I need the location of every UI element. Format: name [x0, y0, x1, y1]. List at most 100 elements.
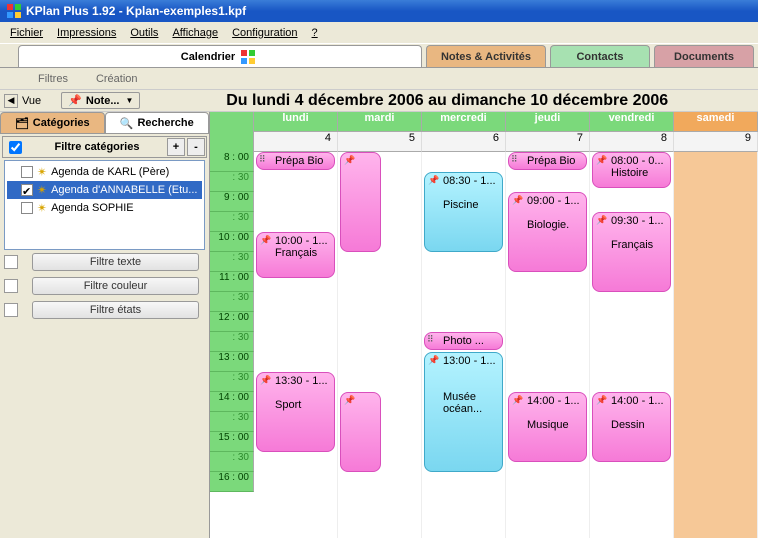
- day-header-lundi: lundi: [254, 112, 338, 132]
- calendar-grid: lundi4 mardi5 mercredi6 jeudi7 vendredi8…: [210, 112, 758, 538]
- event-sport[interactable]: 📌13:30 - 1... Sport: [256, 372, 335, 452]
- agenda-checkbox[interactable]: [21, 202, 33, 214]
- gear-icon: ✴: [37, 165, 47, 179]
- agenda-row-karl[interactable]: ✴ Agenda de KARL (Père): [7, 163, 202, 181]
- filter-color-checkbox[interactable]: [4, 279, 18, 293]
- event-prepa-bio-2[interactable]: ⠿Prépa Bio: [508, 152, 587, 170]
- tab-calendrier-label: Calendrier: [181, 51, 235, 63]
- agenda-label: Agenda de KARL (Père): [51, 166, 169, 178]
- filter-text-checkbox[interactable]: [4, 255, 18, 269]
- day-number: 7: [506, 132, 590, 152]
- event-francais[interactable]: 📌10:00 - 1... Français: [256, 232, 335, 278]
- subtab-creation[interactable]: Création: [96, 73, 138, 85]
- day-col-mercredi[interactable]: 📌08:30 - 1... Piscine ⠿Photo ... 📌13:00 …: [422, 152, 506, 538]
- event-francais-2[interactable]: 📌09:30 - 1... Français: [592, 212, 671, 292]
- app-icon: [6, 3, 22, 19]
- filter-state-checkbox[interactable]: [4, 303, 18, 317]
- event-histoire[interactable]: 📌08:00 - 0... Histoire: [592, 152, 671, 188]
- tab-contacts[interactable]: Contacts: [550, 45, 650, 67]
- day-col-lundi[interactable]: ⠿Prépa Bio 📌10:00 - 1... Français 📌13:30…: [254, 152, 338, 538]
- agenda-tree: ✴ Agenda de KARL (Père) ✔ ✴ Agenda d'ANN…: [4, 160, 205, 250]
- list-icon: ⠿: [259, 155, 265, 165]
- event-mardi-1[interactable]: 📌: [340, 152, 381, 252]
- agenda-checkbox[interactable]: ✔: [21, 184, 33, 196]
- agenda-row-annabelle[interactable]: ✔ ✴ Agenda d'ANNABELLE (Etu...: [7, 181, 202, 199]
- menu-affichage[interactable]: Affichage: [166, 25, 224, 41]
- menu-bar: Fichier Impressions Outils Affichage Con…: [0, 22, 758, 44]
- event-dessin[interactable]: 📌14:00 - 1... Dessin: [592, 392, 671, 462]
- pin-icon: 📌: [344, 396, 355, 406]
- pin-icon: 📌: [596, 156, 607, 166]
- day-col-mardi[interactable]: 📌 📌: [338, 152, 422, 538]
- day-header-vendredi: vendredi: [590, 112, 674, 132]
- app-icon-small: [241, 50, 255, 64]
- vue-prev-button[interactable]: ◀: [4, 94, 18, 108]
- folder-icon: 🗂: [15, 117, 29, 130]
- pin-icon: 📌: [596, 216, 607, 226]
- date-range-title: Du lundi 4 décembre 2006 au dimanche 10 …: [140, 92, 754, 110]
- event-photo[interactable]: ⠿Photo ...: [424, 332, 503, 350]
- event-prepa-bio[interactable]: ⠿Prépa Bio: [256, 152, 335, 170]
- menu-configuration[interactable]: Configuration: [226, 25, 303, 41]
- sidebar-tab-recherche[interactable]: 🔍 Recherche: [105, 112, 210, 134]
- pin-icon: 📌: [68, 94, 82, 107]
- menu-impressions[interactable]: Impressions: [51, 25, 122, 41]
- window-title: KPlan Plus 1.92 - Kplan-exemples1.kpf: [26, 4, 246, 18]
- day-number: 4: [254, 132, 338, 152]
- pin-icon: 📌: [512, 196, 523, 206]
- pin-icon: 📌: [260, 236, 271, 246]
- menu-outils[interactable]: Outils: [124, 25, 164, 41]
- vue-bar: ◀ Vue 📌 Note... ▼ Du lundi 4 décembre 20…: [0, 90, 758, 112]
- event-piscine[interactable]: 📌08:30 - 1... Piscine: [424, 172, 503, 252]
- event-musee[interactable]: 📌13:00 - 1... Musée océan...: [424, 352, 503, 472]
- tab-notes[interactable]: Notes & Activités: [426, 45, 546, 67]
- pin-icon: 📌: [596, 396, 607, 406]
- day-header-jeudi: jeudi: [506, 112, 590, 132]
- agenda-label: Agenda d'ANNABELLE (Etu...: [51, 184, 197, 196]
- pin-icon: 📌: [260, 376, 271, 386]
- filter-plus-button[interactable]: +: [167, 138, 185, 156]
- agenda-label: Agenda SOPHIE: [51, 202, 134, 214]
- filter-categories-checkbox[interactable]: [9, 141, 22, 154]
- tab-documents[interactable]: Documents: [654, 45, 754, 67]
- sidebar: 🗂 Catégories 🔍 Recherche Filtre catégori…: [0, 112, 210, 538]
- sidebar-tab-categories[interactable]: 🗂 Catégories: [0, 112, 105, 134]
- gear-icon: ✴: [37, 201, 47, 215]
- agenda-checkbox[interactable]: [21, 166, 33, 178]
- day-number: 9: [674, 132, 758, 152]
- filter-categories-label: Filtre catégories: [28, 141, 166, 153]
- day-col-vendredi[interactable]: 📌08:00 - 0... Histoire 📌09:30 - 1... Fra…: [590, 152, 674, 538]
- time-gutter: 8 : 00: 30 9 : 00: 30 10 : 00: 30 11 : 0…: [210, 152, 254, 538]
- day-number: 5: [338, 132, 422, 152]
- event-musique[interactable]: 📌14:00 - 1... Musique: [508, 392, 587, 462]
- menu-fichier[interactable]: Fichier: [4, 25, 49, 41]
- subtab-filtres[interactable]: Filtres: [38, 73, 68, 85]
- gear-icon: ✴: [37, 183, 47, 197]
- filter-state-button[interactable]: Filtre états: [32, 301, 199, 319]
- filter-minus-button[interactable]: -: [187, 138, 205, 156]
- list-icon: ⠿: [511, 155, 517, 165]
- day-header-samedi: samedi: [674, 112, 758, 132]
- event-biologie[interactable]: 📌09:00 - 1... Biologie.: [508, 192, 587, 272]
- filter-categories-header: Filtre catégories + -: [2, 136, 207, 158]
- notes-dropdown[interactable]: 📌 Note... ▼: [61, 92, 140, 109]
- tab-calendrier[interactable]: Calendrier: [18, 45, 422, 67]
- title-bar: KPlan Plus 1.92 - Kplan-exemples1.kpf: [0, 0, 758, 22]
- filter-text-button[interactable]: Filtre texte: [32, 253, 199, 271]
- pin-icon: 📌: [428, 356, 439, 366]
- event-mardi-2[interactable]: 📌: [340, 392, 381, 472]
- list-icon: ⠿: [427, 335, 433, 345]
- vue-label: Vue: [22, 95, 41, 107]
- menu-help[interactable]: ?: [306, 25, 324, 41]
- agenda-row-sophie[interactable]: ✴ Agenda SOPHIE: [7, 199, 202, 217]
- day-header-mercredi: mercredi: [422, 112, 506, 132]
- pin-icon: 📌: [428, 176, 439, 186]
- filter-color-button[interactable]: Filtre couleur: [32, 277, 199, 295]
- tab-strip: Calendrier Notes & Activités Contacts Do…: [0, 44, 758, 68]
- day-col-samedi[interactable]: [674, 152, 758, 538]
- chevron-down-icon: ▼: [126, 96, 134, 105]
- day-number: 6: [422, 132, 506, 152]
- day-col-jeudi[interactable]: ⠿Prépa Bio 📌09:00 - 1... Biologie. 📌14:0…: [506, 152, 590, 538]
- day-number: 8: [590, 132, 674, 152]
- sub-bar: Filtres Création: [0, 68, 758, 90]
